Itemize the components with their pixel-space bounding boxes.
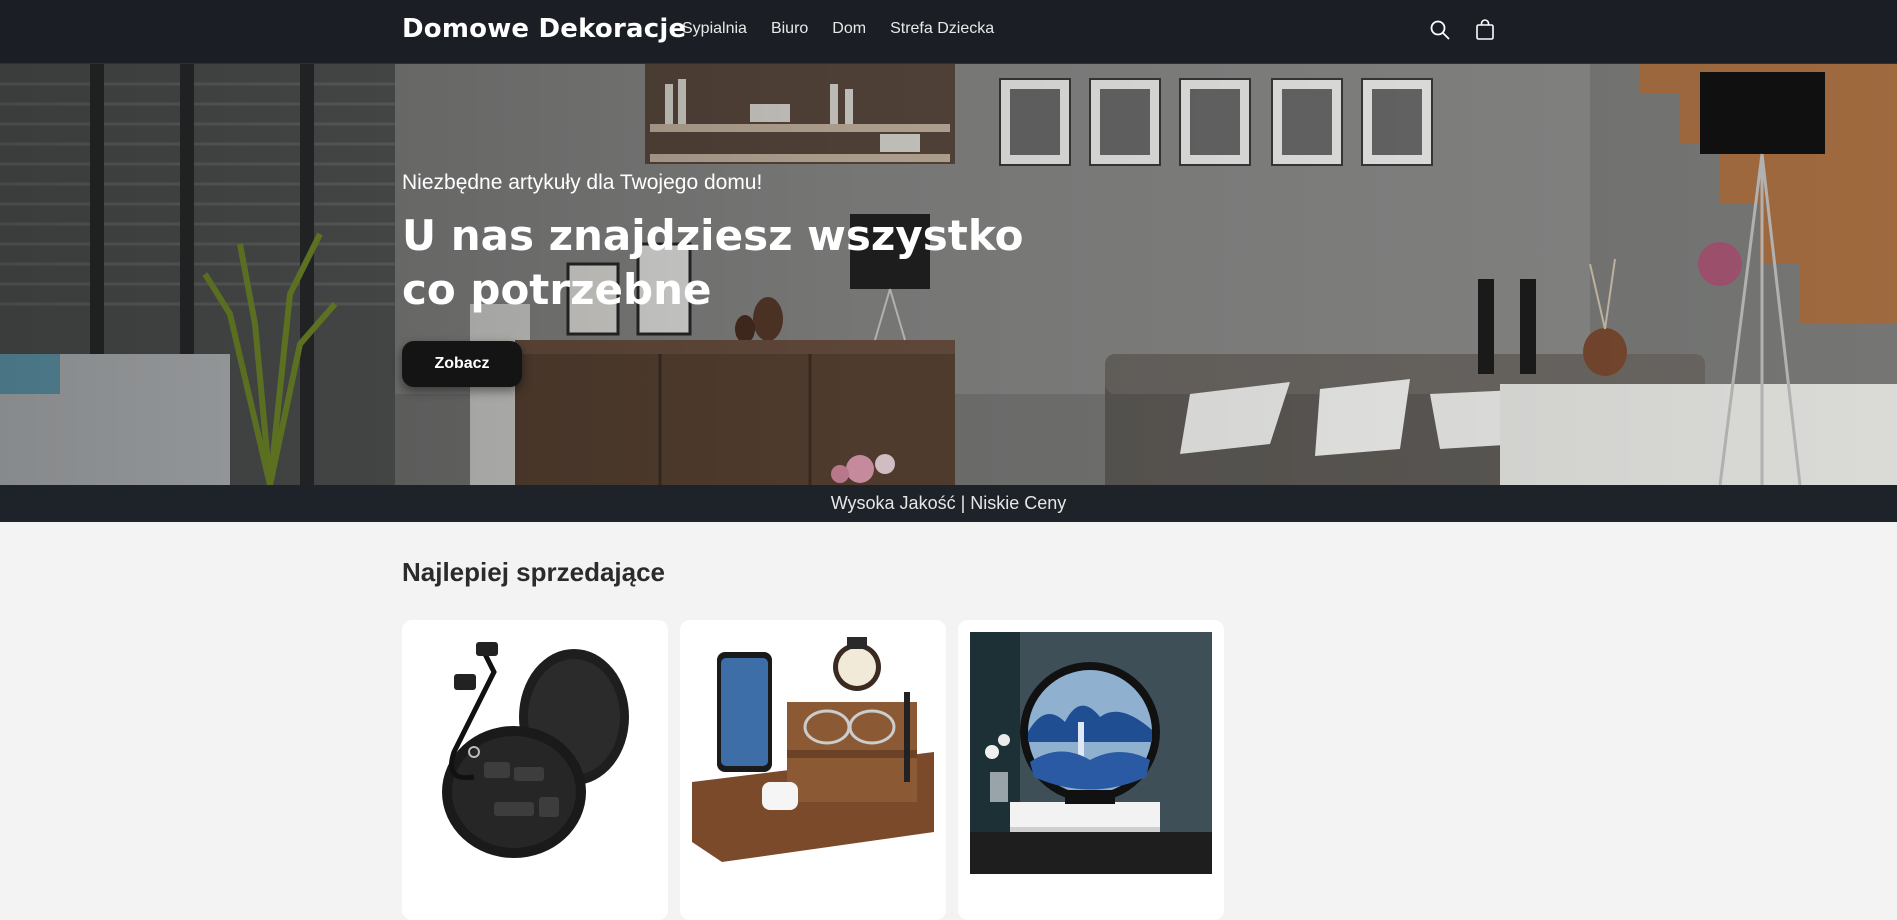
hero-title: U nas znajdziesz wszystko co potrzebne bbox=[402, 211, 1024, 314]
product-card[interactable] bbox=[402, 620, 668, 920]
product-image-cable-organizer[interactable] bbox=[414, 632, 656, 874]
hero-cta-button[interactable]: Zobacz bbox=[402, 341, 522, 387]
cart-icon[interactable] bbox=[1473, 18, 1497, 42]
nav-item-dom[interactable]: Dom bbox=[832, 20, 866, 38]
product-card[interactable] bbox=[680, 620, 946, 920]
section-title: Najlepiej sprzedające bbox=[402, 557, 666, 587]
site-logo[interactable]: Domowe Dekoracje bbox=[402, 14, 686, 44]
nav-item-biuro[interactable]: Biuro bbox=[771, 20, 808, 38]
hero-banner: Niezbędne artykuły dla Twojego domu! U n… bbox=[0, 64, 1897, 485]
product-image-docking-station[interactable] bbox=[692, 632, 934, 874]
search-icon[interactable] bbox=[1428, 18, 1452, 42]
announcement-bar: Wysoka Jakość | Niskie Ceny bbox=[0, 485, 1897, 522]
site-header: Domowe Dekoracje Sypialnia Biuro Dom Str… bbox=[0, 0, 1897, 64]
nav-item-strefa-dziecka[interactable]: Strefa Dziecka bbox=[890, 20, 994, 38]
product-card[interactable] bbox=[958, 620, 1224, 920]
main-nav: Sypialnia Biuro Dom Strefa Dziecka bbox=[682, 20, 1018, 38]
nav-item-sypialnia[interactable]: Sypialnia bbox=[682, 20, 747, 38]
hero-eyebrow: Niezbędne artykuły dla Twojego domu! bbox=[402, 171, 763, 194]
product-image-sand-art-frame[interactable] bbox=[970, 632, 1212, 874]
